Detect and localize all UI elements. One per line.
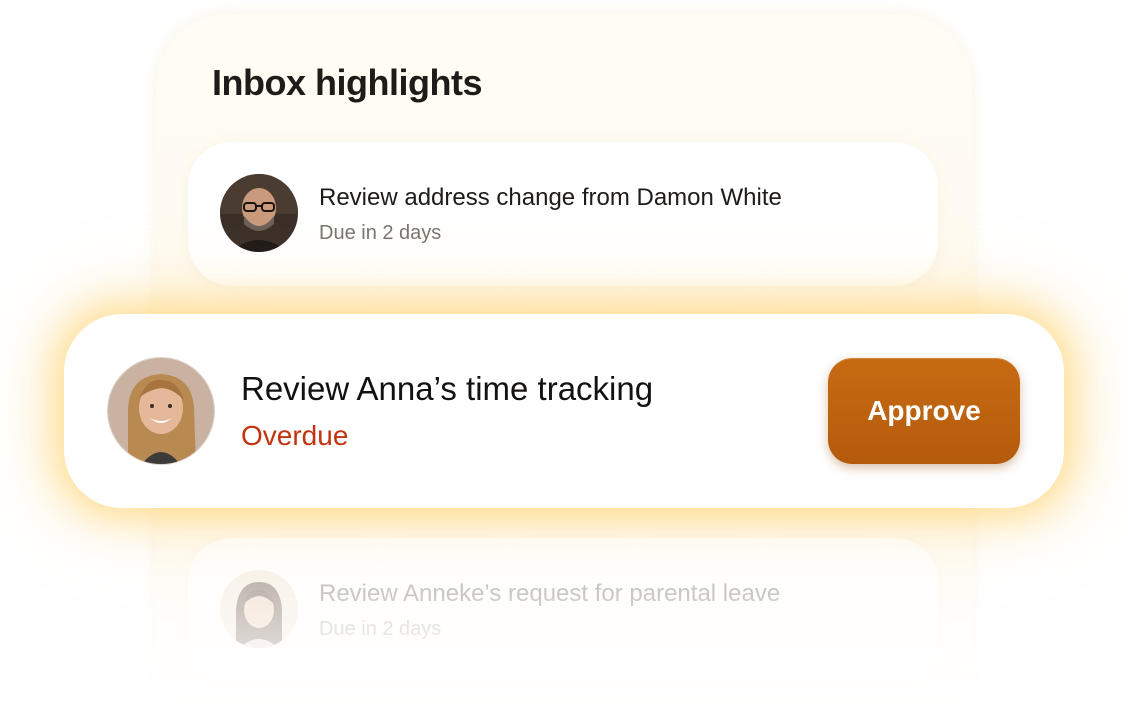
inbox-stage: Inbox highlights Review address change f…: [0, 0, 1128, 704]
avatar-damon-icon: [220, 174, 298, 252]
approve-button[interactable]: Approve: [828, 358, 1020, 464]
avatar-anna-icon: [108, 358, 214, 464]
avatar-anneke-icon: [220, 570, 298, 648]
inbox-item-title: Review Anna’s time tracking: [241, 370, 654, 407]
inbox-item-due: Due in 2 days: [319, 618, 442, 640]
inbox-item-parental-leave[interactable]: Review Anneke’s request for parental lea…: [188, 538, 938, 682]
inbox-item-title: Review address change from Damon White: [319, 184, 782, 211]
overdue-status: Overdue: [241, 420, 349, 451]
panel-title: Inbox highlights: [212, 62, 482, 103]
inbox-item-time-tracking[interactable]: Review Anna’s time tracking Overdue Appr…: [64, 314, 1064, 508]
inbox-item-due: Due in 2 days: [319, 222, 442, 244]
inbox-item-address-change[interactable]: Review address change from Damon White D…: [188, 142, 938, 286]
inbox-item-title: Review Anneke’s request for parental lea…: [319, 580, 781, 607]
